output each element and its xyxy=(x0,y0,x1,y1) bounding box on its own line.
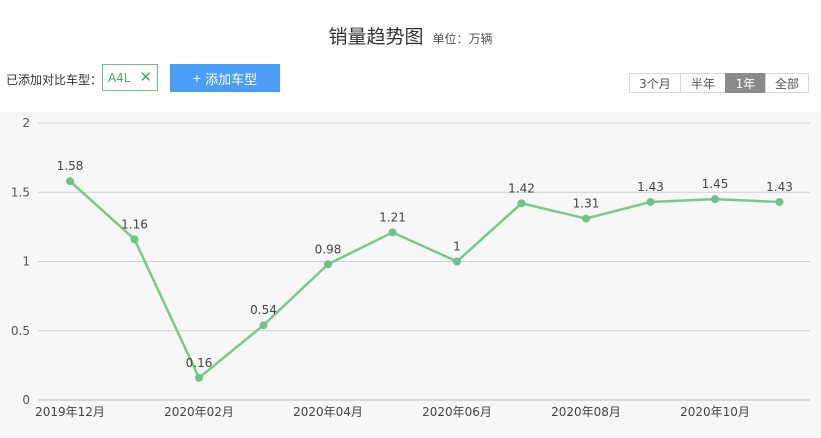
data-point xyxy=(324,260,332,269)
data-point xyxy=(646,197,655,206)
y-tick-label: 1.5 xyxy=(11,185,30,199)
data-point xyxy=(517,199,526,208)
line-chart: 0 0.5 1 1.5 2 2019年12月 2020年02月 2020年04月 2020年06… xyxy=(11,116,810,419)
data-label: 1.21 xyxy=(379,210,406,224)
data-label: 1.42 xyxy=(508,181,535,195)
data-label: 1 xyxy=(453,240,461,254)
data-point xyxy=(195,373,203,382)
data-label: 1.58 xyxy=(57,159,84,173)
data-point xyxy=(130,235,139,244)
data-point xyxy=(711,195,719,204)
data-point xyxy=(259,321,268,330)
data-label: 1.45 xyxy=(702,177,729,191)
y-tick-label: 2 xyxy=(22,116,30,130)
x-tick-label: 2019年12月 xyxy=(35,405,105,419)
data-label: 1.31 xyxy=(573,197,600,211)
x-tick-label: 2020年10月 xyxy=(680,405,750,419)
data-point xyxy=(388,228,397,237)
data-label: 1.43 xyxy=(766,180,793,194)
x-tick-label: 2020年04月 xyxy=(293,405,363,419)
data-point xyxy=(66,177,74,186)
data-point xyxy=(582,214,590,223)
series-line xyxy=(69,180,780,380)
data-label: 0.16 xyxy=(186,356,213,370)
data-point xyxy=(453,257,461,266)
x-tick-label: 2020年08月 xyxy=(551,405,621,419)
data-label: 1.43 xyxy=(637,180,664,194)
data-label: 0.98 xyxy=(315,242,342,256)
data-label: 1.16 xyxy=(121,217,148,231)
x-tick-label: 2020年02月 xyxy=(164,405,234,419)
y-tick-label: 0.5 xyxy=(11,324,30,338)
data-point xyxy=(775,197,784,206)
y-tick-label: 1 xyxy=(22,255,30,269)
data-label: 0.54 xyxy=(250,303,277,317)
y-tick-label: 0 xyxy=(22,393,30,407)
x-tick-label: 2020年06月 xyxy=(422,405,492,419)
